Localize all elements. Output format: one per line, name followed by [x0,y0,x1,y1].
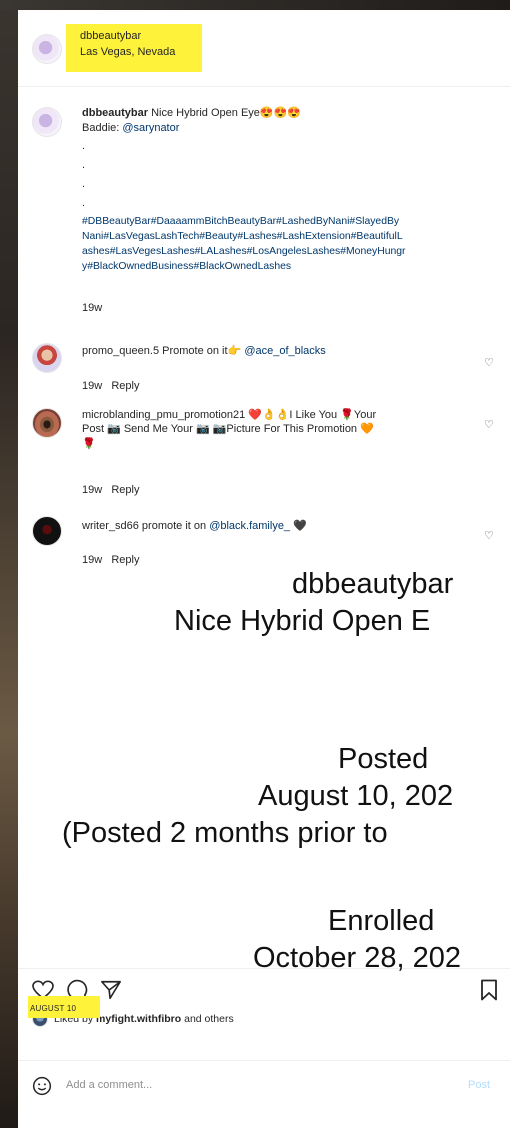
comment-text: Promote on it👉 [162,345,242,357]
comment-meta: 19w Reply [82,484,139,497]
share-icon[interactable] [100,979,122,1001]
comment-line: writer_sd66 promote it on @black.familye… [82,520,462,533]
annotation-line: Nice Hybrid Open E [174,605,431,637]
comment-like-heart-icon[interactable]: ♡ [484,420,494,431]
likes-suffix[interactable]: and others [184,1013,234,1025]
comment-text: promote it on [141,520,207,532]
background-top-strip [0,0,510,10]
comment-box-divider [18,1060,510,1061]
comment-username[interactable]: writer_sd66 [82,520,139,532]
emoji-icon[interactable] [32,1076,52,1096]
baddie-label: Baddie: [82,122,120,134]
post-comment-button[interactable]: Post [468,1079,490,1092]
caption-avatar[interactable] [32,107,62,137]
comment-username[interactable]: microblanding_pmu_promotion21 [82,409,245,421]
hashtags-line[interactable]: #DBBeautyBar#DaaaammBitchBeautyBar#Lashe… [82,215,399,228]
post-author-avatar[interactable] [32,34,62,64]
reply-button[interactable]: Reply [111,484,139,496]
comment-text-continued: 🌹 [82,438,96,450]
bookmark-icon[interactable] [480,979,498,1001]
liker-username[interactable]: myfight.withfibro [96,1013,181,1025]
annotation-line: August 10, 202 [258,780,454,812]
comment-mention-link[interactable]: @ace_of_blacks [244,345,326,357]
comment-mention-link[interactable]: @black.familye_ [209,520,290,532]
baddie-mention-link[interactable]: @sarynator [122,122,179,134]
comment-age: 19w [82,554,103,566]
comment-age: 19w [82,484,103,496]
annotation-line: October 28, 202 [253,942,461,974]
annotation-line: Posted [338,743,429,775]
caption-baddie-line: Baddie: @sarynator [82,122,179,135]
comment-meta: 19w Reply [82,380,139,393]
caption-line: dbbeautybar Nice Hybrid Open Eye😍😍😍 [82,107,502,120]
commenter-avatar[interactable] [32,408,62,438]
background-left-strip [0,0,18,1128]
annotation-line: (Posted 2 months prior to [62,817,388,849]
hashtags-line[interactable]: ashes#LasVegesLashes#LALashes#LosAngeles… [82,245,406,258]
comment-meta: 19w Reply [82,554,139,567]
comment-text: ❤️👌👌I Like You 🌹Your [248,409,377,421]
commenter-avatar[interactable] [32,516,62,546]
caption-dot: . [82,197,86,209]
caption-dot: . [82,140,86,152]
hashtags-line[interactable]: Nani#LasVegasLashTech#Beauty#Lashes#Lash… [82,230,403,243]
annotation-line: Enrolled [328,905,435,937]
header-username[interactable]: dbbeautybar [80,30,141,43]
comment-line: microblanding_pmu_promotion21 ❤️👌👌I Like… [82,409,462,422]
comment-username[interactable]: promo_queen.5 [82,345,159,357]
add-comment-input[interactable]: Add a comment... [66,1079,152,1092]
comment-age: 19w [82,380,103,392]
reply-button[interactable]: Reply [111,554,139,566]
caption-text: Nice Hybrid Open Eye😍😍😍 [151,107,301,119]
comment-like-heart-icon[interactable]: ♡ [484,531,494,542]
comment-like-heart-icon[interactable]: ♡ [484,358,494,369]
annotation-line: dbbeautybar [292,568,454,600]
caption-dot: . [82,159,86,171]
hashtags-line[interactable]: y#BlackOwnedBusiness#BlackOwnedLashes [82,260,291,273]
caption-dot: . [82,178,86,190]
caption-age: 19w [82,302,103,314]
comment-text-continued: Post 📷 Send Me Your 📷 📷Picture For This … [82,423,374,435]
header-divider [18,86,510,87]
comment-line: promo_queen.5 Promote on it👉 @ace_of_bla… [82,345,462,358]
caption-username[interactable]: dbbeautybar [82,107,148,119]
comment-emoji: 🖤 [293,520,307,532]
reply-button[interactable]: Reply [111,380,139,392]
header-location[interactable]: Las Vegas, Nevada [80,46,175,59]
post-date[interactable]: AUGUST 10 [30,1002,76,1015]
commenter-avatar[interactable] [32,343,62,373]
